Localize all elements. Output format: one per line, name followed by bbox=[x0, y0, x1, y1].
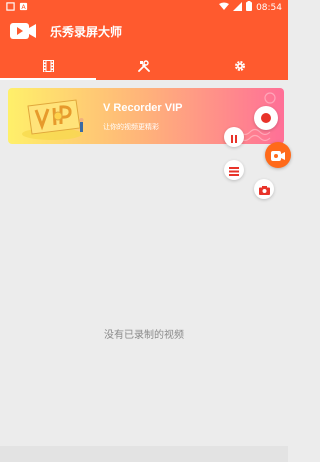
wifi-icon bbox=[219, 2, 230, 14]
film-icon bbox=[42, 57, 54, 76]
record-icon bbox=[261, 113, 271, 123]
tools-icon bbox=[138, 57, 150, 76]
notification-box-icon bbox=[6, 2, 15, 14]
battery-icon bbox=[246, 1, 253, 14]
floating-recorder-button[interactable] bbox=[265, 142, 291, 168]
tab-tools[interactable] bbox=[96, 52, 192, 80]
list-button[interactable] bbox=[224, 160, 244, 180]
tab-bar bbox=[0, 52, 288, 80]
banner-subtitle: 让你的视频更精彩 bbox=[103, 123, 159, 131]
bottom-strip bbox=[0, 446, 288, 462]
settings-icon bbox=[234, 57, 246, 76]
notification-a-icon: A bbox=[19, 2, 28, 14]
camera-icon bbox=[258, 180, 270, 199]
vip-illustration-icon bbox=[22, 99, 84, 140]
pause-icon bbox=[230, 128, 238, 147]
app-title: 乐秀录屏大师 bbox=[50, 25, 123, 39]
tab-settings[interactable] bbox=[192, 52, 288, 80]
screenshot-button[interactable] bbox=[254, 179, 274, 199]
status-bar: A 08:54 bbox=[0, 0, 288, 14]
record-button[interactable] bbox=[254, 106, 278, 130]
recorder-main-icon bbox=[271, 146, 285, 165]
list-icon bbox=[229, 161, 239, 180]
app-bar: 乐秀录屏大师 bbox=[0, 14, 288, 80]
tab-videos[interactable] bbox=[0, 52, 96, 80]
svg-text:A: A bbox=[21, 4, 26, 11]
empty-state-text: 没有已录制的视频 bbox=[104, 330, 184, 341]
cellular-icon bbox=[233, 1, 243, 14]
clock-time: 08:54 bbox=[256, 2, 282, 13]
pause-button[interactable] bbox=[224, 127, 244, 147]
app-logo-icon bbox=[10, 22, 36, 40]
banner-title: V Recorder VIP bbox=[103, 102, 183, 114]
